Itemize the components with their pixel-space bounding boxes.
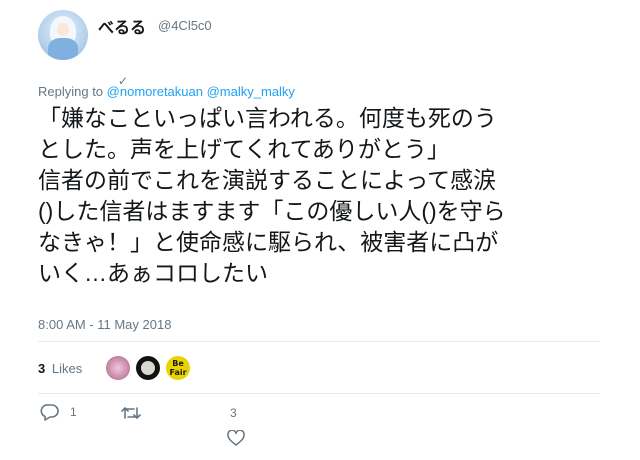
moon-icon [141,361,155,375]
divider-top [38,341,600,342]
tweet-text: 「嫌なこといっぱい言われる。何度も死のう とした。声を上げてくれてありがとう」 … [38,105,506,286]
replying-to-prefix: Replying to [38,84,104,99]
divider-bottom [38,393,600,394]
replying-to-users-link[interactable]: @nomoretakuan @malky_malky [107,84,295,99]
avatar-dress [48,38,78,60]
retweet-icon[interactable] [121,405,141,421]
author-avatar[interactable] [38,10,88,60]
likes-stat[interactable]: 3 Likes [38,361,82,376]
avatar-face [57,23,69,36]
tweet-timestamp[interactable]: 8:00 AM - 11 May 2018 [38,317,171,332]
author-display-name[interactable]: べるる [98,14,146,38]
reply-count: 1 [70,405,77,419]
like-count: 3 [230,406,237,420]
liker-avatar[interactable]: Be Fair [166,356,190,380]
author-handle[interactable]: @4Cl5c0 [158,18,212,33]
liker-badge-text: Be Fair [169,359,187,377]
liker-avatar[interactable] [136,356,160,380]
replying-to-mark: ✓ [118,74,129,88]
liker-avatar[interactable] [106,356,130,380]
reply-icon[interactable] [40,403,60,421]
likes-label: Likes [51,361,83,376]
replying-to-line: Replying to @nomoretakuan @malky_malky ✓ [38,74,295,99]
heart-icon[interactable] [227,430,245,446]
likes-count: 3 [38,361,46,376]
